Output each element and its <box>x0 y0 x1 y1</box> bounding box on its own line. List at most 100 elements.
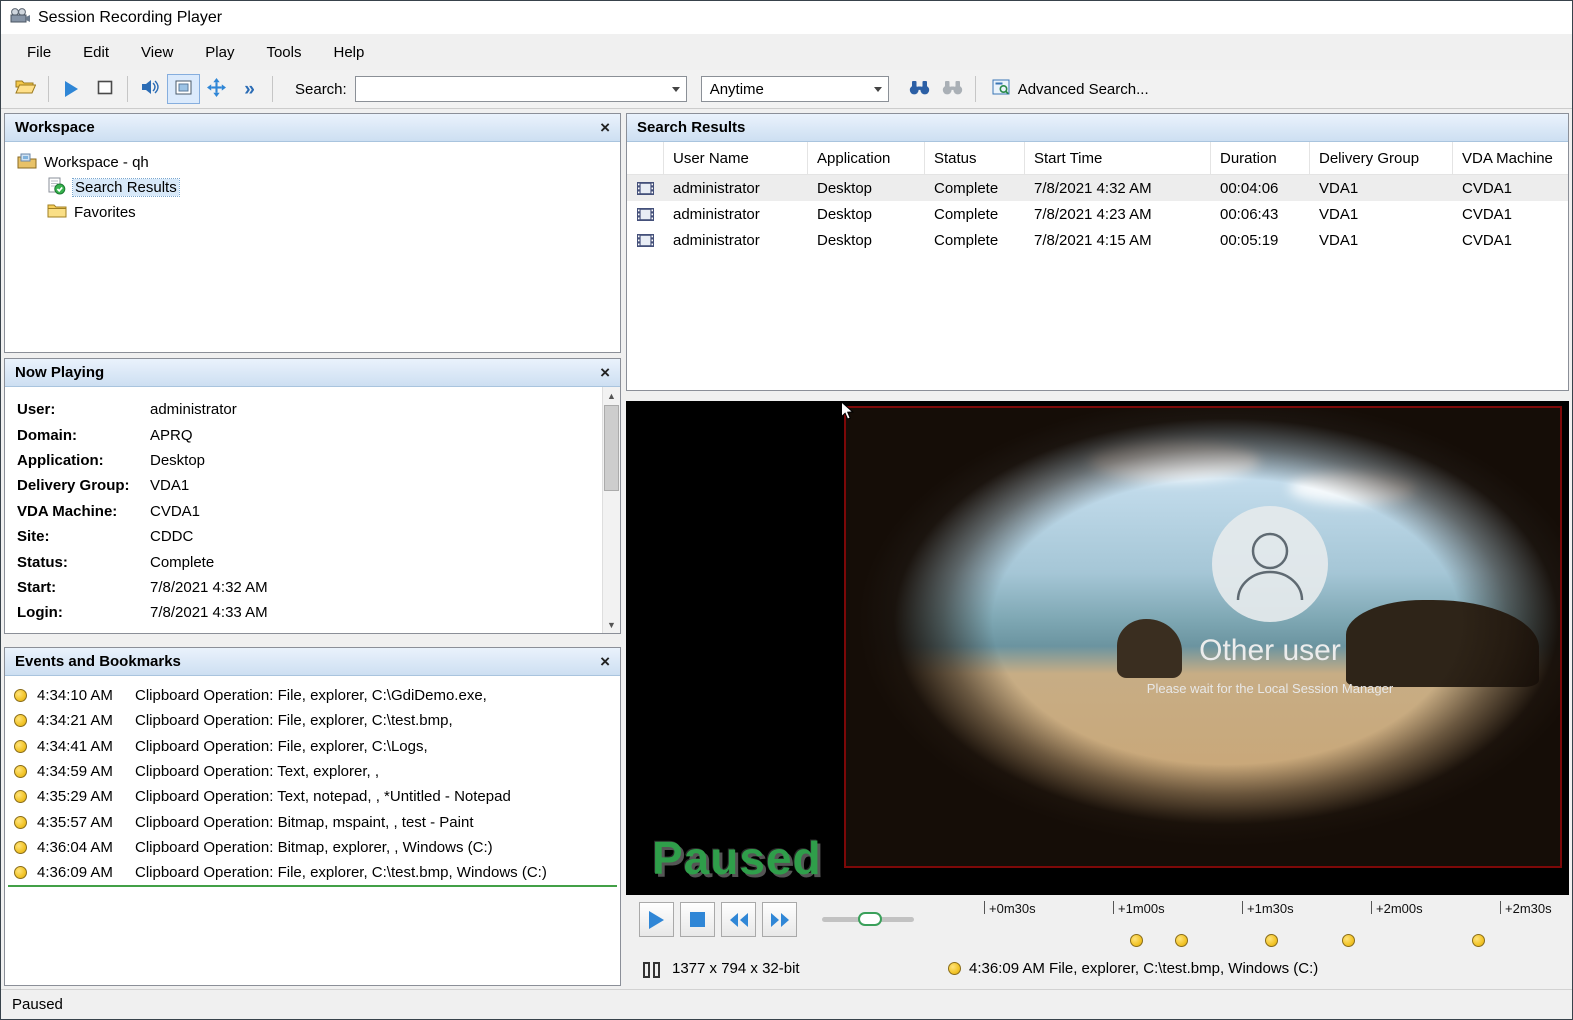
menu-tools[interactable]: Tools <box>250 37 317 68</box>
scroll-down-icon[interactable] <box>603 616 620 633</box>
events-panel-body: 4:34:10 AM Clipboard Operation: File, exp… <box>5 676 620 985</box>
tree-item-label: Search Results <box>73 179 179 196</box>
menu-edit[interactable]: Edit <box>67 37 125 68</box>
time-filter-combobox[interactable]: Anytime <box>701 76 889 102</box>
timeline-tick: +2m00s <box>1371 901 1423 916</box>
user-avatar-circle <box>1212 506 1328 622</box>
fast-forward-icon <box>770 912 790 928</box>
transport-buttons <box>639 902 797 937</box>
search-results-panel-header: Search Results <box>627 114 1568 142</box>
tree-item-label: Favorites <box>74 204 136 221</box>
event-time: 4:34:41 AM <box>37 738 135 755</box>
pan-button[interactable] <box>200 74 233 104</box>
scrollbar-thumb[interactable] <box>604 405 619 491</box>
timeline-event-marker[interactable] <box>1130 934 1143 947</box>
close-icon[interactable]: × <box>600 653 610 670</box>
timeline-event-marker[interactable] <box>1265 934 1278 947</box>
cell-application: Desktop <box>808 201 925 227</box>
chevron-down-icon[interactable] <box>869 77 888 101</box>
toolbar-separator <box>975 76 976 102</box>
column-header-user-name[interactable]: User Name <box>664 142 808 174</box>
player-status-row: 1377 x 794 x 32-bit 4:36:09 AM File, exp… <box>626 955 1569 985</box>
close-icon[interactable]: × <box>600 364 610 381</box>
rewind-button[interactable] <box>721 902 756 937</box>
column-header-delivery-group[interactable]: Delivery Group <box>1310 142 1453 174</box>
workspace-panel-header: Workspace × <box>5 114 620 142</box>
stop-button[interactable] <box>680 902 715 937</box>
cell-start-time: 7/8/2021 4:23 AM <box>1025 201 1211 227</box>
play-button-toolbar[interactable] <box>55 74 88 104</box>
cell-status: Complete <box>925 201 1025 227</box>
menu-view[interactable]: View <box>125 37 189 68</box>
pause-indicator-icon <box>643 962 660 978</box>
menu-file[interactable]: File <box>11 37 67 68</box>
table-row[interactable]: administrator Desktop Complete 7/8/2021 … <box>627 227 1568 253</box>
tree-item-search-results[interactable]: Search Results <box>13 175 620 200</box>
open-file-button[interactable] <box>9 74 42 104</box>
event-item[interactable]: 4:34:10 AMClipboard Operation: File, exp… <box>5 683 620 708</box>
cell-status: Complete <box>925 227 1025 253</box>
column-header-start-time[interactable]: Start Time <box>1025 142 1211 174</box>
advanced-search-label: Advanced Search... <box>1018 81 1149 98</box>
play-button[interactable] <box>639 902 674 937</box>
timeline-event-marker[interactable] <box>1175 934 1188 947</box>
table-row[interactable]: administrator Desktop Complete 7/8/2021 … <box>627 175 1568 201</box>
event-item[interactable]: 4:34:59 AMClipboard Operation: Text, exp… <box>5 759 620 784</box>
column-header-application[interactable]: Application <box>808 142 925 174</box>
tree-item-favorites[interactable]: Favorites <box>13 200 620 225</box>
timeline-event-marker[interactable] <box>1342 934 1355 947</box>
paused-overlay: Paused <box>652 831 822 885</box>
column-header-status[interactable]: Status <box>925 142 1025 174</box>
event-item[interactable]: 4:36:04 AMClipboard Operation: Bitmap, e… <box>5 835 620 860</box>
field-row: Login:7/8/2021 4:33 AM <box>5 600 620 625</box>
search-results-panel-body: User Name Application Status Start Time … <box>627 142 1568 390</box>
event-dot-icon <box>14 740 27 753</box>
vertical-scrollbar[interactable] <box>602 387 620 633</box>
stop-button-toolbar[interactable] <box>88 74 121 104</box>
open-folder-icon <box>15 79 36 99</box>
video-display: Other user Please wait for the Local Ses… <box>626 401 1569 895</box>
scale-to-fit-button[interactable] <box>167 74 200 104</box>
search-backward-button[interactable] <box>936 74 969 104</box>
search-forward-button[interactable] <box>903 74 936 104</box>
timeline-event-marker[interactable] <box>1472 934 1485 947</box>
picture-frame-icon <box>175 80 192 99</box>
status-bar: Paused <box>1 989 1572 1019</box>
advanced-search-button[interactable]: Advanced Search... <box>982 74 1159 104</box>
table-row[interactable]: administrator Desktop Complete 7/8/2021 … <box>627 201 1568 227</box>
event-dot-icon <box>14 866 27 879</box>
audio-button[interactable] <box>134 74 167 104</box>
search-results-panel-title: Search Results <box>637 119 745 136</box>
timeline-tick: +1m00s <box>1113 901 1165 916</box>
column-header-vda-machine[interactable]: VDA Machine <box>1453 142 1568 174</box>
event-item[interactable]: 4:35:29 AMClipboard Operation: Text, not… <box>5 784 620 809</box>
cell-vda-machine: CVDA1 <box>1453 201 1568 227</box>
close-icon[interactable]: × <box>600 119 610 136</box>
search-results-panel: Search Results User Name Application Sta… <box>626 113 1569 391</box>
search-combobox[interactable] <box>355 76 687 102</box>
tree-item-workspace-root[interactable]: Workspace - qh <box>13 150 620 175</box>
menu-play[interactable]: Play <box>189 37 250 68</box>
event-item[interactable]: 4:34:41 AMClipboard Operation: File, exp… <box>5 734 620 759</box>
speed-slider[interactable] <box>822 917 914 922</box>
mouse-cursor-icon <box>840 401 854 425</box>
event-item-current[interactable]: 4:36:09 AMClipboard Operation: File, exp… <box>5 860 620 885</box>
chevrons-icon <box>244 80 255 99</box>
toolbar: Search: Anytime Advanced Search... <box>1 70 1572 109</box>
cell-user-name: administrator <box>664 175 808 201</box>
event-item[interactable]: 4:34:21 AMClipboard Operation: File, exp… <box>5 708 620 733</box>
menu-help[interactable]: Help <box>318 37 381 68</box>
slider-handle[interactable] <box>858 912 882 926</box>
event-time: 4:34:10 AM <box>37 687 135 704</box>
more-tools-button[interactable] <box>233 74 266 104</box>
event-text: Clipboard Operation: File, explorer, C:\… <box>135 738 428 755</box>
events-bookmarks-panel: Events and Bookmarks × 4:34:10 AMClipboa… <box>4 647 621 986</box>
event-dot-icon <box>14 765 27 778</box>
search-input[interactable] <box>356 77 667 101</box>
chevron-down-icon[interactable] <box>667 77 686 101</box>
column-header-icon[interactable] <box>627 142 664 174</box>
fast-forward-button[interactable] <box>762 902 797 937</box>
scroll-up-icon[interactable] <box>603 387 620 404</box>
event-item[interactable]: 4:35:57 AMClipboard Operation: Bitmap, m… <box>5 809 620 834</box>
column-header-duration[interactable]: Duration <box>1211 142 1310 174</box>
